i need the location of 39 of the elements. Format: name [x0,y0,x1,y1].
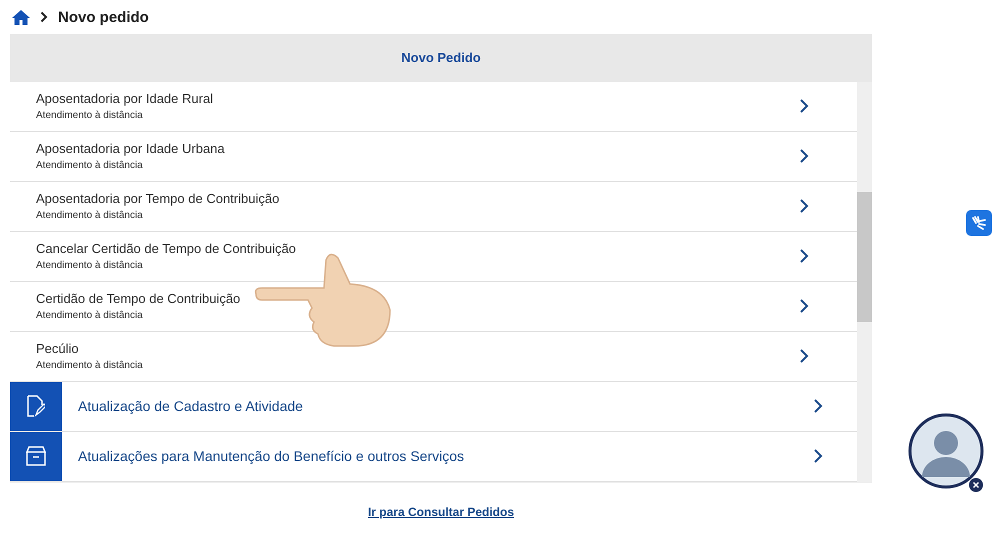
chevron-right-icon [813,448,823,464]
service-item[interactable]: Aposentadoria por Tempo de Contribuição Atendimento à distância [10,182,857,232]
service-mode: Atendimento à distância [36,360,143,372]
chevron-right-icon [813,398,823,414]
hands-icon [971,215,987,231]
service-mode: Atendimento à distância [36,310,144,322]
sign-language-button[interactable] [966,210,992,236]
chevron-right-icon [799,348,809,364]
consult-orders-link[interactable]: Ir para Consultar Pedidos [368,505,514,520]
drawer-icon [25,446,47,466]
service-name: Certidão de Tempo de Contribuição [36,291,240,306]
chevron-right-icon [799,148,809,164]
service-mode: Atendimento à distância [36,260,144,272]
category-label: Atualização de Cadastro e Atividade [78,398,303,414]
document-edit-icon [27,395,45,418]
service-item[interactable]: Aposentadoria por Idade Rural Atendimento à distância [10,82,857,132]
panel-title: Novo Pedido [401,50,481,66]
chevron-right-icon [799,198,809,214]
category-item[interactable]: Atualização de Cadastro e Atividade [10,382,857,432]
service-name: Aposentadoria por Idade Urbana [36,141,225,156]
assistant-avatar-icon[interactable] [908,413,986,493]
chevron-right-icon [799,248,809,264]
service-name: Cancelar Certidão de Tempo de Contribuição [36,241,296,256]
category-label: Atualizações para Manutenção do Benefício e outros Serviços [78,448,464,464]
service-mode: Atendimento à distância [36,160,144,172]
home-icon[interactable] [12,9,30,25]
scrollbar-thumb[interactable] [857,192,872,322]
chevron-right-icon [799,98,809,114]
scrollbar[interactable] [857,82,872,482]
category-item[interactable]: Atualizações para Manutenção do Benefício e outros Serviços [10,432,857,482]
service-name: Pecúlio [36,341,80,356]
service-mode: Atendimento à distância [36,110,144,122]
service-mode: Atendimento à distância [36,210,144,222]
service-name: Aposentadoria por Idade Rural [36,91,214,106]
breadcrumb-current: Novo pedido [58,8,149,26]
chevron-right-icon [799,298,809,314]
service-name: Aposentadoria por Tempo de Contribuição [36,191,280,206]
chevron-right-icon [40,11,48,23]
service-item[interactable]: Aposentadoria por Idade Urbana Atendimento à distância [10,132,857,182]
